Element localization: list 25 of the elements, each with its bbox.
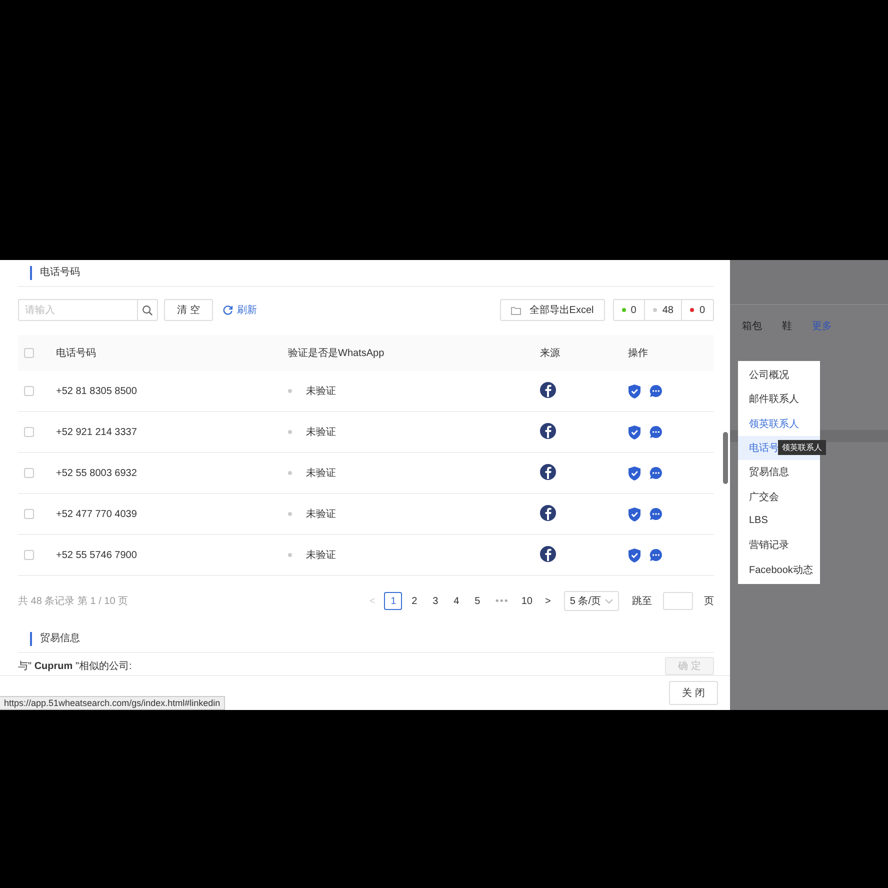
count-text: 0 [699, 304, 705, 316]
section-title: 电话号码 [30, 266, 80, 280]
phone-number: +52 55 5746 7900 [56, 550, 137, 560]
status-url: https://app.51wheatsearch.com/gs/index.html#linkedin [4, 698, 220, 708]
column-header: 来源 [540, 348, 560, 359]
phone-number: +52 477 770 4039 [56, 508, 137, 520]
verification-status: 未验证 [306, 384, 336, 398]
phone-number: +52 921 214 3337 [56, 426, 137, 438]
column-header: 操作 [628, 348, 648, 359]
verification-status: 未验证 [306, 426, 336, 439]
section-title: 贸易信息 [30, 632, 80, 646]
column-header: 电话号码 [56, 348, 96, 359]
column-header: 验证是否是WhatsApp [288, 348, 384, 359]
similar-companies-label: 与" Cuprum "相似的公司: [18, 660, 132, 673]
phone-number: +52 81 8305 8500 [56, 386, 137, 396]
count-text: 48 [662, 304, 674, 316]
phone-number: +52 55 8003 6932 [56, 468, 137, 478]
verification-status: 未验证 [306, 466, 336, 480]
verification-status: 未验证 [306, 508, 336, 521]
verification-status: 未验证 [306, 548, 336, 562]
page-unit: 页 [704, 595, 714, 608]
record-summary: 共 48 条记录 第 1 / 10 页 [18, 594, 128, 608]
jump-label: 跳至 [632, 594, 652, 608]
count-text: 0 [630, 304, 636, 316]
tooltip: 领英联系人 [778, 440, 826, 455]
